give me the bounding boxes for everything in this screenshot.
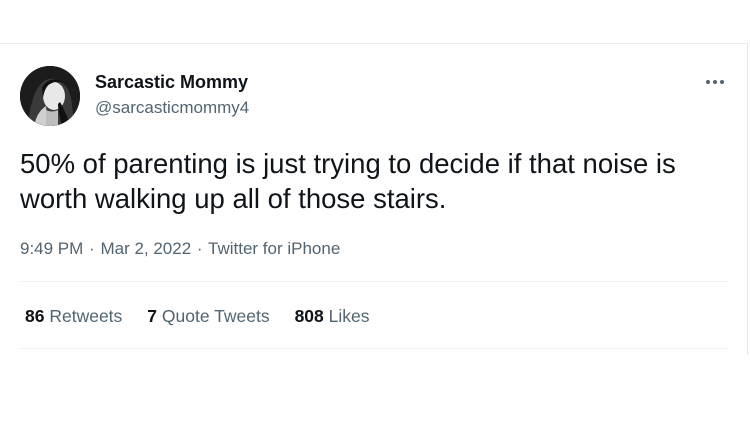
quote-tweets-count: 7 [147,306,158,326]
tweet-time[interactable]: 9:49 PM [20,239,83,258]
likes-label: Likes [328,306,370,326]
likes-count: 808 [294,306,324,326]
tweet-card: Sarcastic Mommy @sarcasticmommy4 50% of … [0,43,748,355]
author-name[interactable]: Sarcastic Mommy [95,72,248,93]
separator-dot: · [196,239,203,258]
tweet-text: 50% of parenting is just trying to decid… [20,148,676,214]
divider [20,281,728,282]
quote-tweets-label: Quote Tweets [161,306,270,326]
avatar-image [20,66,80,126]
retweets-stat[interactable]: 86 Retweets [25,306,122,327]
retweets-label: Retweets [49,306,123,326]
tweet-source[interactable]: Twitter for iPhone [208,239,340,258]
author-handle[interactable]: @sarcasticmommy4 [95,98,249,118]
tweet-date[interactable]: Mar 2, 2022 [100,239,191,258]
author-avatar[interactable] [20,66,80,126]
tweet-metadata: 9:49 PM · Mar 2, 2022 · Twitter for iPho… [20,239,340,259]
separator-dot: · [89,239,95,258]
tweet-stats: 86 Retweets 7 Quote Tweets 808 Likes [25,306,370,327]
likes-stat[interactable]: 808 Likes [295,306,370,327]
retweets-count: 86 [25,306,45,326]
divider [20,348,728,349]
quote-tweets-stat[interactable]: 7 Quote Tweets [147,306,269,327]
more-horizontal-icon[interactable] [703,74,727,90]
